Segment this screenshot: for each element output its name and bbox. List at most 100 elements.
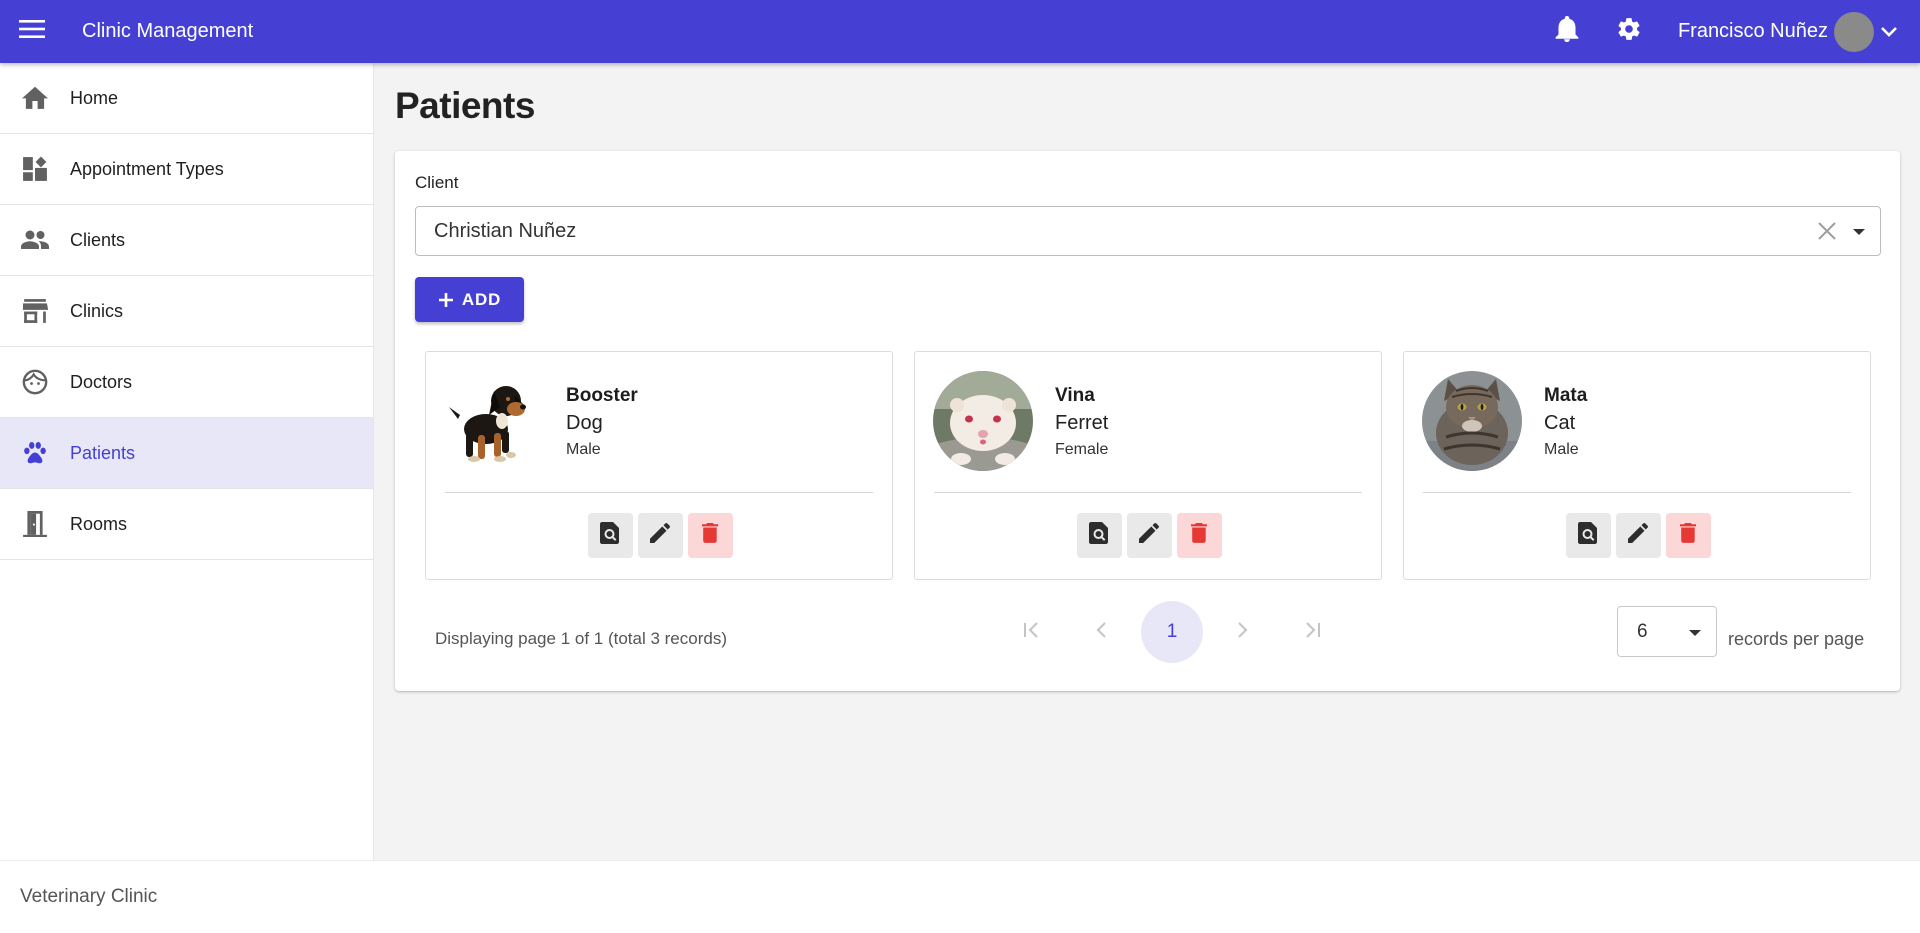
records-per-page-select[interactable]: 6 xyxy=(1617,606,1717,657)
patient-species: Dog xyxy=(566,412,603,434)
view-button[interactable] xyxy=(587,513,633,558)
plus-icon xyxy=(438,292,454,308)
face-icon xyxy=(21,368,49,396)
view-button[interactable] xyxy=(1565,513,1611,558)
patient-photo xyxy=(1422,371,1522,471)
sidebar-item-label: Doctors xyxy=(70,371,133,392)
find-in-page-icon xyxy=(1578,522,1598,549)
next-page-button[interactable] xyxy=(1211,601,1273,663)
chevron-left-icon xyxy=(1095,621,1109,644)
dashboard-icon xyxy=(21,155,49,183)
last-page-icon xyxy=(1302,621,1322,644)
sidebar-item-label: Home xyxy=(70,87,119,108)
records-per-page-label: records per page xyxy=(1728,629,1865,649)
records-per-page-value: 6 xyxy=(1637,620,1648,642)
card-divider xyxy=(445,492,873,493)
card-actions xyxy=(426,513,894,558)
find-in-page-icon xyxy=(1089,522,1109,549)
patient-card: Vina Ferret Female xyxy=(914,351,1382,580)
delete-button[interactable] xyxy=(1176,513,1222,558)
patient-photo xyxy=(444,371,544,471)
patient-species: Ferret xyxy=(1055,412,1109,434)
sidebar-item-home[interactable]: Home xyxy=(0,63,373,134)
card-actions xyxy=(915,513,1383,558)
patient-name: Booster xyxy=(566,385,638,406)
chevron-right-icon xyxy=(1235,621,1249,644)
caret-down-icon[interactable] xyxy=(1850,221,1868,241)
sidebar-item-label: Appointment Types xyxy=(70,158,224,179)
pencil-icon xyxy=(1139,523,1159,548)
sidebar-item-label: Patients xyxy=(70,442,136,463)
clear-icon[interactable] xyxy=(1816,220,1838,242)
store-icon xyxy=(21,297,49,325)
bell-icon xyxy=(1555,16,1579,47)
pagination-info: Displaying page 1 of 1 (total 3 records) xyxy=(435,629,727,648)
patient-species: Cat xyxy=(1544,412,1576,434)
patients-panel: Client Christian Nuñez ADD Booster Dog M… xyxy=(395,151,1900,691)
add-button-label: ADD xyxy=(461,289,502,309)
page-button-current[interactable]: 1 xyxy=(1141,601,1203,663)
trash-icon xyxy=(702,523,718,548)
delete-button[interactable] xyxy=(687,513,733,558)
sidebar-item-clients[interactable]: Clients xyxy=(0,205,373,276)
sidebar-item-label: Clients xyxy=(70,229,126,250)
sidebar-item-doctors[interactable]: Doctors xyxy=(0,347,373,418)
door-icon xyxy=(21,510,49,538)
patient-name: Vina xyxy=(1055,385,1095,406)
patient-photo xyxy=(933,371,1033,471)
app-title: Clinic Management xyxy=(82,20,254,42)
first-page-icon xyxy=(1022,621,1042,644)
user-name: Francisco Nuñez xyxy=(1677,20,1828,42)
card-actions xyxy=(1404,513,1872,558)
hamburger-icon xyxy=(18,19,45,44)
footer: Veterinary Clinic xyxy=(0,860,1920,933)
sidebar-item-patients[interactable]: Patients xyxy=(0,418,373,489)
paw-icon xyxy=(21,439,49,467)
previous-page-button[interactable] xyxy=(1071,601,1133,663)
notifications-button[interactable] xyxy=(1536,1,1598,63)
main-content: Patients Client Christian Nuñez ADD Boos… xyxy=(375,63,1920,860)
edit-button[interactable] xyxy=(637,513,683,558)
gear-icon xyxy=(1616,16,1642,47)
sidebar-item-appointment-types[interactable]: Appointment Types xyxy=(0,134,373,205)
client-field-label: Client xyxy=(415,173,459,192)
pencil-icon xyxy=(650,523,670,548)
settings-button[interactable] xyxy=(1598,1,1660,63)
patient-sex: Female xyxy=(1055,441,1109,458)
patient-card: Booster Dog Male xyxy=(425,351,893,580)
client-select[interactable]: Christian Nuñez xyxy=(415,206,1881,256)
user-menu[interactable]: Francisco Nuñez xyxy=(1677,11,1898,52)
app-header: Clinic Management Francisco Nuñez xyxy=(0,0,1920,63)
edit-button[interactable] xyxy=(1615,513,1661,558)
people-icon xyxy=(21,226,49,254)
trash-icon xyxy=(1191,523,1207,548)
sidebar-item-clinics[interactable]: Clinics xyxy=(0,276,373,347)
sidebar-item-label: Clinics xyxy=(70,300,124,321)
sidebar: Home Appointment Types Clients Clinics D… xyxy=(0,63,374,860)
sidebar-item-label: Rooms xyxy=(70,513,128,534)
caret-down-icon xyxy=(1686,622,1704,642)
card-divider xyxy=(1423,492,1851,493)
sidebar-item-rooms[interactable]: Rooms xyxy=(0,489,373,560)
delete-button[interactable] xyxy=(1665,513,1711,558)
trash-icon xyxy=(1680,523,1696,548)
view-button[interactable] xyxy=(1076,513,1122,558)
pagination: 1 xyxy=(1001,601,1343,663)
first-page-button[interactable] xyxy=(1001,601,1063,663)
patient-sex: Male xyxy=(1544,441,1579,458)
pencil-icon xyxy=(1628,523,1648,548)
patient-sex: Male xyxy=(566,441,601,458)
find-in-page-icon xyxy=(600,522,620,549)
edit-button[interactable] xyxy=(1126,513,1172,558)
patient-name: Mata xyxy=(1544,385,1588,406)
menu-button[interactable] xyxy=(0,0,63,63)
footer-text: Veterinary Clinic xyxy=(20,886,158,907)
client-select-value: Christian Nuñez xyxy=(434,219,577,242)
patient-card: Mata Cat Male xyxy=(1403,351,1871,580)
chevron-down-icon xyxy=(1880,26,1898,38)
page-title: Patients xyxy=(395,85,535,126)
last-page-button[interactable] xyxy=(1281,601,1343,663)
add-patient-button[interactable]: ADD xyxy=(415,277,524,322)
patient-cards: Booster Dog Male Vina Ferret Female Mata… xyxy=(425,351,1875,581)
home-icon xyxy=(21,84,49,112)
